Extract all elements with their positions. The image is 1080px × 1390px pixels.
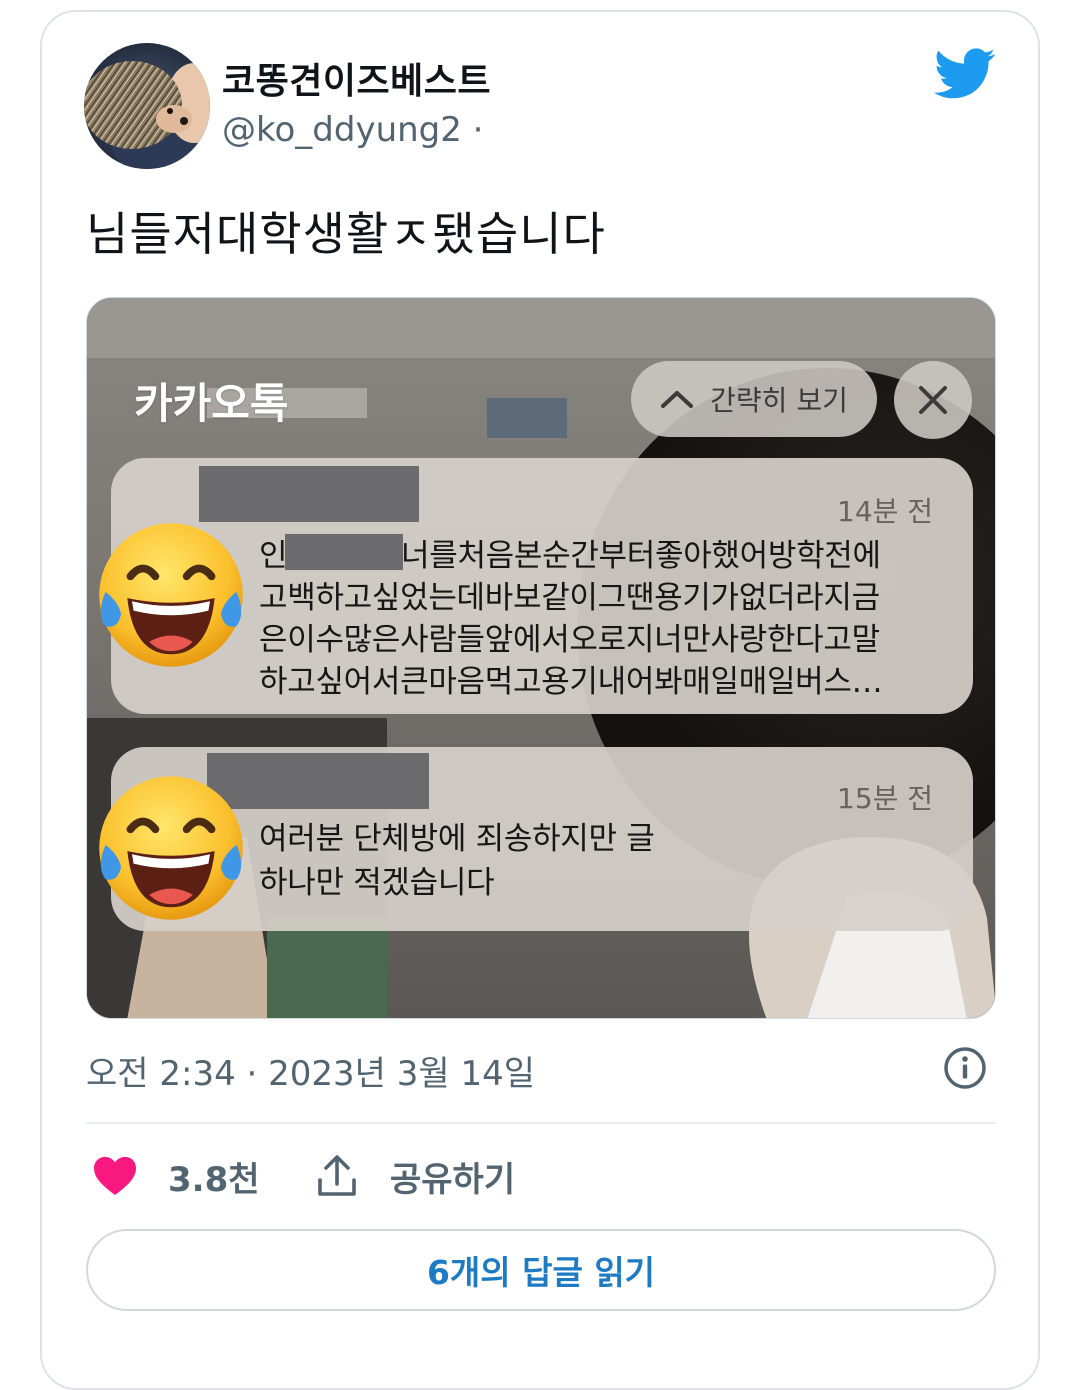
share-button[interactable]: 공유하기 [390, 1152, 515, 1201]
share-icon[interactable] [316, 1154, 358, 1198]
notification-time: 14분 전 [837, 495, 934, 528]
tears-of-joy-emoji-icon [99, 523, 243, 667]
divider [86, 1122, 996, 1124]
notification-time: 15분 전 [837, 782, 934, 815]
notification-line: 여러분 단체방에 죄송하지만 글 [259, 821, 655, 857]
user-handle[interactable]: @ko_ddyung2 · [222, 110, 484, 150]
notification-line: 고백하고싶었는데바보같이그땐용기가없더라지금 [259, 580, 880, 616]
read-replies-button[interactable]: 6개의 답글 읽기 [86, 1229, 996, 1311]
avatar[interactable] [84, 43, 210, 169]
kakao-app-title: 카카오톡 [134, 379, 289, 428]
like-count[interactable]: 3.8천 [168, 1152, 260, 1201]
notification-line: 하고싶어서큰마음먹고용기내어봐매일매일버스… [259, 664, 883, 700]
collapse-label: 간략히 보기 [710, 384, 848, 417]
notification-line: 하나만 적겠습니다 [259, 865, 495, 901]
notification-line: 은이수많은사람들앞에서오로지너만사랑한다고말 [259, 622, 880, 658]
close-button [894, 361, 972, 439]
display-name[interactable]: 코똥견이즈베스트 [222, 52, 491, 104]
tears-of-joy-emoji-icon [99, 776, 243, 920]
collapse-button: 간략히 보기 [631, 361, 877, 437]
tweet-text: 님들저대학생활ㅈ됐습니다 [86, 207, 606, 261]
redacted-name [285, 534, 403, 570]
heart-icon[interactable] [92, 1154, 138, 1196]
tweet-timestamp[interactable]: 오전 2:34 · 2023년 3월 14일 [86, 1046, 535, 1095]
twitter-bird-icon[interactable] [934, 48, 996, 100]
close-icon [919, 386, 947, 414]
info-icon[interactable] [943, 1046, 987, 1090]
redacted-sender [199, 466, 419, 522]
tweet-media-image[interactable]: 카카오톡 간략히 보기 14분 전 인 너를처음본순간부터좋아했어방학전에 고백… [86, 297, 996, 1019]
chevron-up-icon [661, 391, 694, 408]
notification-line: 인 [259, 538, 288, 574]
notification-line: 너를처음본순간부터좋아했어방학전에 [401, 538, 881, 574]
hedgehog-avatar-image [84, 43, 210, 169]
